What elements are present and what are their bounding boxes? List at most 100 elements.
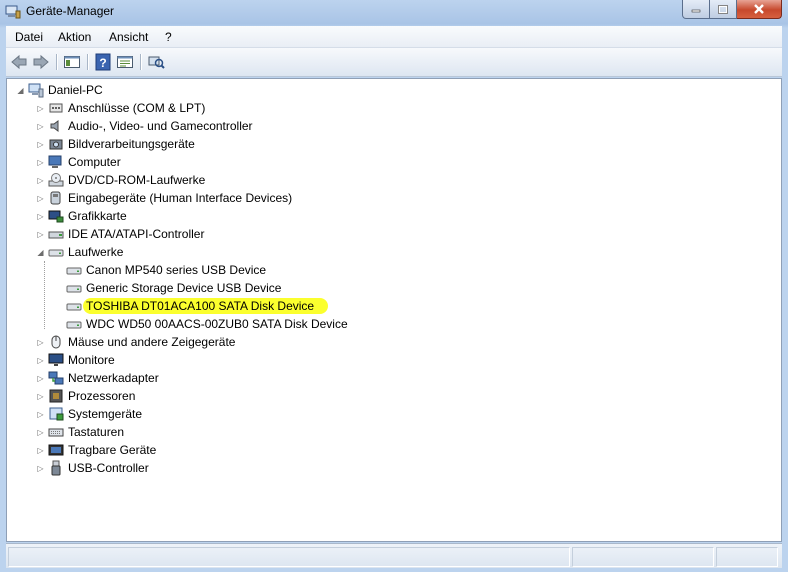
maximize-button[interactable] <box>710 0 737 19</box>
category-label: Tragbare Geräte <box>68 443 157 457</box>
expand-arrow-icon[interactable]: ▷ <box>36 338 45 347</box>
tree-category[interactable]: ▷ Grafikkarte <box>36 207 126 225</box>
portable-device-icon <box>48 444 64 456</box>
back-arrow-icon[interactable] <box>10 53 28 71</box>
menu-bar: Datei Aktion Ansicht ? <box>6 26 782 48</box>
tree-category[interactable]: ▷ Tragbare Geräte <box>36 441 156 459</box>
menu-datei[interactable]: Datei <box>15 30 43 44</box>
category-label: Mäuse und andere Zeigegeräte <box>68 335 236 349</box>
tree-category[interactable]: ▷ Mäuse und andere Zeigegeräte <box>36 333 235 351</box>
category-label: IDE ATA/ATAPI-Controller <box>68 227 205 241</box>
maximize-icon <box>718 4 728 14</box>
minimize-button[interactable] <box>682 0 710 19</box>
device-label: Canon MP540 series USB Device <box>86 263 267 277</box>
svg-text:?: ? <box>99 56 106 70</box>
category-label: Audio-, Video- und Gamecontroller <box>68 119 253 133</box>
monitor-icon <box>48 353 64 366</box>
status-bar <box>6 543 782 568</box>
category-label: Monitore <box>68 353 115 367</box>
tree-category[interactable]: ▷ Anschlüsse (COM & LPT) <box>36 99 205 117</box>
tree-device-item[interactable]: Generic Storage Device USB Device <box>54 279 281 297</box>
expand-arrow-icon[interactable]: ▷ <box>36 464 45 473</box>
category-label: DVD/CD-ROM-Laufwerke <box>68 173 206 187</box>
expand-arrow-icon[interactable]: ▷ <box>36 176 45 185</box>
category-label: Computer <box>68 155 121 169</box>
status-cell <box>572 547 714 567</box>
tree-category[interactable]: ▷ Bildverarbeitungsgeräte <box>36 135 194 153</box>
dvd-drive-icon <box>48 173 64 187</box>
title-bar[interactable]: Geräte-Manager <box>0 0 788 24</box>
expand-arrow-icon[interactable]: ▷ <box>36 212 45 221</box>
category-label: USB-Controller <box>68 461 149 475</box>
device-label-highlighted: TOSHIBA DT01ACA100 SATA Disk Device <box>83 298 329 314</box>
expand-arrow-icon[interactable]: ▷ <box>36 446 45 455</box>
toolbar-separator <box>56 54 57 70</box>
properties-icon[interactable] <box>116 53 134 71</box>
device-tree[interactable]: ◢ Daniel-PC ▷ Anschlüsse (COM & LPT) ▷ A… <box>6 78 782 542</box>
expand-arrow-icon[interactable]: ▷ <box>36 356 45 365</box>
device-manager-window: Geräte-Manager Datei Aktion Ansicht ? ? … <box>0 0 788 572</box>
status-cell <box>716 547 778 567</box>
tree-device-item-highlighted[interactable]: TOSHIBA DT01ACA100 SATA Disk Device <box>54 297 329 315</box>
expand-arrow-icon[interactable]: ▷ <box>36 194 45 203</box>
tree-device-item[interactable]: WDC WD50 00AACS-00ZUB0 SATA Disk Device <box>54 315 348 333</box>
window-title: Geräte-Manager <box>26 4 115 18</box>
network-adapter-icon <box>48 371 64 385</box>
device-manager-app-icon <box>5 5 21 19</box>
computer-icon <box>28 83 44 98</box>
usb-icon <box>51 460 61 476</box>
display-adapter-icon <box>48 210 64 223</box>
expand-arrow-icon[interactable]: ▷ <box>36 104 45 113</box>
expand-arrow-icon[interactable]: ▷ <box>36 158 45 167</box>
expand-arrow-icon[interactable]: ▷ <box>36 122 45 131</box>
disk-drive-icon <box>66 303 82 311</box>
tree-category[interactable]: ▷ Netzwerkadapter <box>36 369 158 387</box>
menu-help[interactable]: ? <box>165 30 172 44</box>
speaker-icon <box>50 120 59 132</box>
disk-drive-icon <box>66 267 82 275</box>
close-button[interactable] <box>737 0 782 19</box>
tree-device-item[interactable]: Canon MP540 series USB Device <box>54 261 266 279</box>
collapse-arrow-icon[interactable]: ◢ <box>16 86 25 95</box>
forward-arrow-icon[interactable] <box>32 53 50 71</box>
category-label: Prozessoren <box>68 389 136 403</box>
tree-category[interactable]: ▷ IDE ATA/ATAPI-Controller <box>36 225 204 243</box>
mouse-icon <box>51 335 61 349</box>
scan-hardware-icon[interactable] <box>147 53 165 71</box>
category-label: Laufwerke <box>68 245 124 259</box>
expand-arrow-icon[interactable]: ▷ <box>36 392 45 401</box>
toolbar-separator <box>87 54 88 70</box>
tree-category[interactable]: ▷ Eingabegeräte (Human Interface Devices… <box>36 189 292 207</box>
tree-category[interactable]: ▷ Systemgeräte <box>36 405 142 423</box>
processor-icon <box>49 389 63 403</box>
tree-category[interactable]: ▷ Monitore <box>36 351 115 369</box>
tree-category[interactable]: ▷ Audio-, Video- und Gamecontroller <box>36 117 253 135</box>
category-label: Tastaturen <box>68 425 125 439</box>
tree-category[interactable]: ▷ USB-Controller <box>36 459 149 477</box>
help-icon[interactable]: ? <box>94 53 112 71</box>
status-cell <box>8 547 570 567</box>
toolbar: ? <box>6 48 782 77</box>
tree-category[interactable]: ▷ DVD/CD-ROM-Laufwerke <box>36 171 205 189</box>
device-label: Generic Storage Device USB Device <box>86 281 282 295</box>
menu-ansicht[interactable]: Ansicht <box>109 30 148 44</box>
minimize-icon <box>691 9 701 13</box>
expand-arrow-icon[interactable]: ▷ <box>36 230 45 239</box>
imaging-device-icon <box>49 139 63 150</box>
tree-root[interactable]: ◢ Daniel-PC <box>16 81 103 99</box>
keyboard-icon <box>48 428 64 437</box>
tree-category-expanded[interactable]: ◢ Laufwerke <box>36 243 123 261</box>
disk-drive-icon <box>48 249 64 257</box>
tree-connector-line <box>44 261 45 329</box>
tree-category[interactable]: ▷ Computer <box>36 153 121 171</box>
tree-root-label: Daniel-PC <box>48 83 103 97</box>
expand-arrow-icon[interactable]: ▷ <box>36 428 45 437</box>
tree-category[interactable]: ▷ Tastaturen <box>36 423 124 441</box>
menu-aktion[interactable]: Aktion <box>58 30 91 44</box>
tree-category[interactable]: ▷ Prozessoren <box>36 387 135 405</box>
expand-arrow-icon[interactable]: ▷ <box>36 140 45 149</box>
expand-arrow-icon[interactable]: ▷ <box>36 374 45 383</box>
expand-arrow-icon[interactable]: ▷ <box>36 410 45 419</box>
show-hide-console-tree-icon[interactable] <box>63 53 81 71</box>
collapse-arrow-icon[interactable]: ◢ <box>36 248 45 257</box>
